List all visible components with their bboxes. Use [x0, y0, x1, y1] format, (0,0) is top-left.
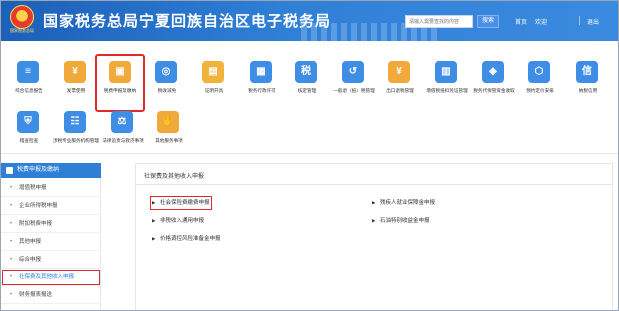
link-social-insurance-declare[interactable]: 社会保险费缴费申报 — [150, 196, 212, 210]
content-panel: 社保费及其他收入申报 社会保险费缴费申报 残疾人就业保障金申报 非税收入通用申报… — [135, 163, 613, 310]
tile-label: 增值税抵扣凭证管理 — [426, 88, 468, 93]
sidebar-item-cit[interactable]: 企业所得税申报 — [1, 198, 101, 215]
tile-certificate[interactable]: ▤ 证明开具 — [191, 59, 237, 107]
section-divider — [1, 153, 618, 154]
license-icon: ▦ — [250, 61, 272, 83]
tile-invoice[interactable]: ¥ 发票使用 — [53, 59, 99, 107]
report-icon: ≡ — [17, 61, 39, 83]
folder-icon — [6, 167, 13, 174]
home-link[interactable]: 首页 — [515, 17, 527, 26]
credit-icon: 信 — [576, 61, 598, 83]
tile-label: 其他服务事项 — [155, 138, 183, 143]
certificate-icon: ▤ — [202, 61, 224, 83]
sidebar-item-financial-report[interactable]: 财务报表报送 — [1, 287, 101, 304]
tile-label: 法律追责与救济事项 — [102, 138, 144, 143]
panel-title: 社保费及其他收入申报 — [144, 174, 205, 180]
tax-emblem-icon: 国家税务总局 — [9, 5, 35, 35]
tile-label: 核定管理 — [297, 88, 317, 93]
tile-label: 出口退税管理 — [386, 88, 414, 93]
tax-reduction-icon: ◎ — [155, 61, 177, 83]
invoice-icon: ¥ — [64, 61, 86, 83]
tile-label: 税费申报及缴纳 — [103, 88, 137, 93]
refund-icon: ↺ — [342, 61, 364, 83]
sidebar-item-combined[interactable]: 综合申报 — [1, 252, 101, 269]
inspection-icon: ⛨ — [17, 111, 39, 133]
vat-deduction-icon: ▥ — [435, 61, 457, 83]
tile-custody[interactable]: ◈ 税务代保管资金收取 — [471, 59, 517, 107]
tile-vat-deduction[interactable]: ▥ 增值税抵扣凭证管理 — [424, 59, 470, 107]
legal-icon: ⚖ — [111, 111, 133, 133]
sidebar-title: 税费申报及缴纳 — [17, 167, 60, 173]
tile-label: 证明开具 — [204, 88, 224, 93]
sidebar: 税费申报及缴纳 增值税申报 企业所得税申报 附加税费申报 其他申报 综合申报 社… — [1, 163, 101, 310]
other-services-icon: ✋ — [157, 111, 179, 133]
sidebar-item-surcharge[interactable]: 附加税费申报 — [1, 216, 101, 233]
emblem-caption: 国家税务总局 — [10, 28, 34, 33]
tile-approval[interactable]: 税核定管理 — [284, 59, 330, 107]
tile-label: 预约定价安排 — [526, 88, 554, 93]
tile-credit[interactable]: 信纳税信用 — [565, 59, 611, 107]
tile-label: 综合信息报告 — [15, 88, 43, 93]
welcome-text: 欢迎 — [535, 20, 548, 26]
logout-link[interactable]: 退出 — [587, 17, 599, 26]
header-separator — [579, 16, 580, 25]
panel-divider — [136, 184, 612, 185]
agency-icon: ☷ — [64, 111, 86, 133]
tile-export-refund[interactable]: ¥ 出口退税管理 — [377, 59, 423, 107]
tile-tax-reduction[interactable]: ◎ 税收减免 — [144, 59, 190, 107]
export-refund-icon: ¥ — [388, 61, 410, 83]
tile-inspection[interactable]: ⛨ 稽查检查 — [6, 109, 52, 157]
tile-label: 纳税信用 — [578, 88, 598, 93]
tile-label: 一般退（抵）税管理 — [333, 88, 375, 93]
tile-license[interactable]: ▦ 税务行政许可 — [239, 59, 285, 107]
sidebar-header[interactable]: 税费申报及缴纳 — [1, 163, 101, 178]
tile-refund[interactable]: ↺ 一般退（抵）税管理 — [331, 59, 377, 107]
tile-comprehensive-report[interactable]: ≡ 综合信息报告 — [6, 59, 52, 107]
link-disability-fund-declare[interactable]: 残疾人就业保障金申报 — [372, 198, 435, 208]
link-oil-gain-declare[interactable]: 石油特别收益金申报 — [372, 216, 430, 226]
search-button[interactable]: 搜索 — [477, 15, 499, 28]
emblem-ring — [10, 5, 34, 29]
site-header: 国家税务总局 国家税务总局宁夏回族自治区电子税务局 搜索 首页 欢迎 退出 — [1, 1, 618, 41]
approval-icon: 税 — [295, 61, 317, 83]
sidebar-item-other[interactable]: 其他申报 — [1, 234, 101, 251]
function-grid: ≡ 综合信息报告 ¥ 发票使用 ▣ 税费申报及缴纳 ◎ 税收减免 ▤ 证明开具 ▦ 税务行政… — [1, 47, 618, 147]
tax-declare-icon: ▣ — [109, 61, 131, 83]
tile-legal[interactable]: ⚖ 法律追责与救济事项 — [100, 109, 146, 157]
site-title: 国家税务总局宁夏回族自治区电子税务局 — [43, 13, 332, 30]
custody-icon: ◈ — [482, 61, 504, 83]
tile-label: 稽查检查 — [19, 138, 39, 143]
sidebar-item-vat[interactable]: 增值税申报 — [1, 180, 101, 197]
tile-tax-declare[interactable]: ▣ 税费申报及缴纳 — [95, 54, 145, 112]
link-nontax-income-declare[interactable]: 非税收入通用申报 — [152, 216, 204, 226]
pricing-icon: ⬡ — [528, 61, 550, 83]
tile-label: 涉税专业服务机构管理 — [53, 138, 99, 143]
page: 国家税务总局 国家税务总局宁夏回族自治区电子税务局 搜索 首页 欢迎 退出 ≡ 综… — [0, 0, 619, 311]
tile-label: 税收减免 — [157, 88, 177, 93]
tile-pricing[interactable]: ⬡ 预约定价安排 — [517, 59, 563, 107]
tile-other-services[interactable]: ✋ 其他服务事项 — [146, 109, 192, 157]
sidebar-item-social-insurance[interactable]: 社保费及其他收入申报 — [1, 269, 101, 286]
tile-agency[interactable]: ☷ 涉税专业服务机构管理 — [53, 109, 99, 157]
tile-label: 税务代保管资金收取 — [473, 88, 515, 93]
link-price-reserve-declare[interactable]: 价格调控风险准备金申报 — [152, 234, 221, 244]
search-input[interactable] — [405, 15, 473, 28]
